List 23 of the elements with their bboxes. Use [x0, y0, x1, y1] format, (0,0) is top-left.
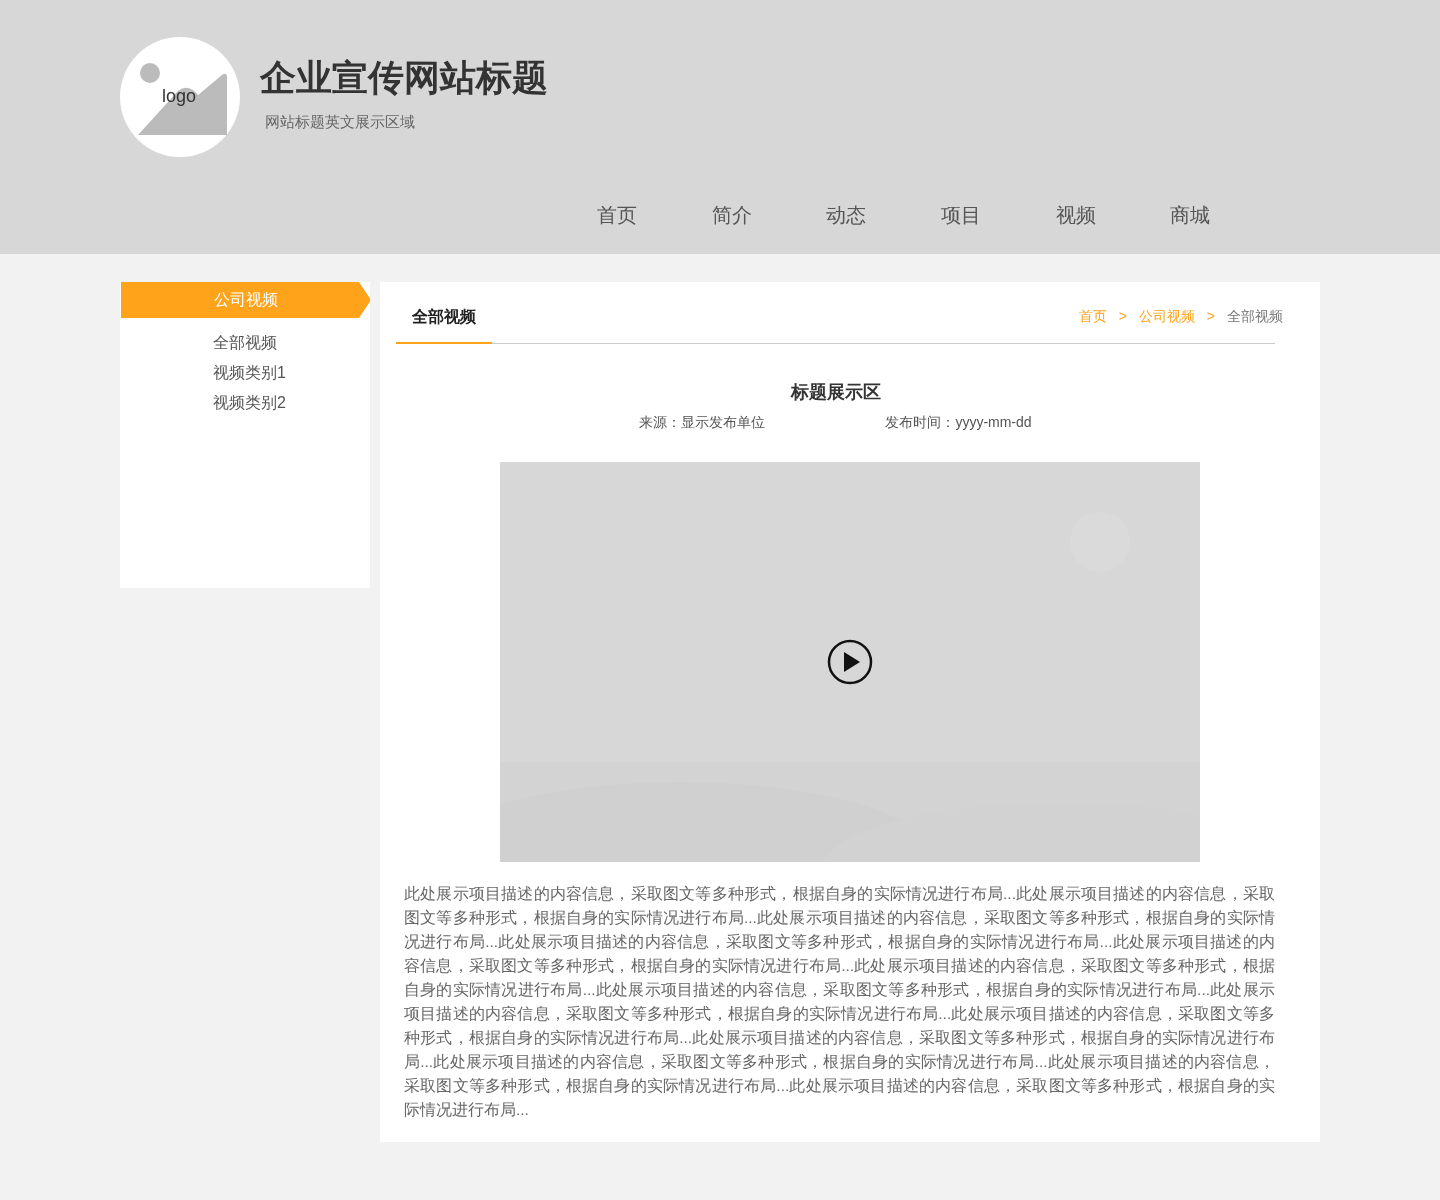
- breadcrumb-current: 全部视频: [1227, 308, 1283, 326]
- nav-link[interactable]: 视频: [1018, 198, 1133, 233]
- breadcrumb-separator: >: [1118, 308, 1127, 326]
- article-title: 标题展示区: [789, 381, 882, 404]
- sidebar-item[interactable]: 全部视频: [213, 332, 277, 354]
- breadcrumb-separator: >: [1206, 308, 1215, 326]
- nav-link[interactable]: 商城: [1132, 198, 1248, 233]
- article-date: 发布时间：yyyy-mm-dd: [885, 414, 1032, 432]
- nav-link[interactable]: 项目: [903, 198, 1019, 233]
- logo-text: logo: [162, 86, 197, 107]
- nav-link[interactable]: 简介: [674, 198, 790, 233]
- sidebar-item[interactable]: 视频类别2: [213, 392, 286, 414]
- tab[interactable]: 全部视频: [396, 307, 492, 344]
- play-icon[interactable]: [827, 639, 873, 685]
- article-body: 此处展示项目描述的内容信息，采取图文等多种形式，根据自身的实际情况进行布局...此处展示项目描述的内容信息，采取图文等多种形式，根据自身的实际情况进行布局...此处展示项目描述的内容信息，采取图文等多种形式，根据自身的实际情况进行布局...此处展示项目描述的内容信息，采取图文等多种形式，根据自身的实际情况进行布局...此处展示项目描述的内容信息，采取图文等多种形式，根据自身的实际情况进行布局...此处展示项目描述的内容信息，采取图文等多种形式，根据自身的实际情况进行布局...此处展示项目描述的内容信息，采取图文等多种形式，根据自身的实际情况进行布局...此处展示项目描述的内容信息，采取图文等多种形式，根据自身的实际情况进行布局...此处展示项目描述的内容信息，采取图文等多种形式，根据自身的实际情况进行布局...此处展示项目描述的内容信息，采取图文等多种形式，根据自身的实际情况进行布局...此处展示项目描述的内容信息，采取图文等多种形式，根据自身的实际情况进行布局...此处展示项目描述的内容信息，采取图文等多种形式，根据自身的实际情况进行布局...此处展示项目描述的内容信息，采取图文等多种形式，根据自身的实际情况进行布局...: [404, 884, 1275, 1120]
- site-subtitle: 网站标题英文展示区域: [265, 113, 416, 132]
- sidebar-heading: 公司视频: [121, 282, 370, 318]
- site-title: 企业宣传网站标题: [260, 56, 548, 100]
- image-placeholder-icon: [138, 61, 230, 137]
- nav-link[interactable]: 首页: [560, 198, 675, 233]
- nav-link[interactable]: 动态: [789, 198, 904, 233]
- sidebar-item[interactable]: 视频类别1: [213, 362, 286, 384]
- article-source: 来源：显示发布单位: [639, 414, 766, 432]
